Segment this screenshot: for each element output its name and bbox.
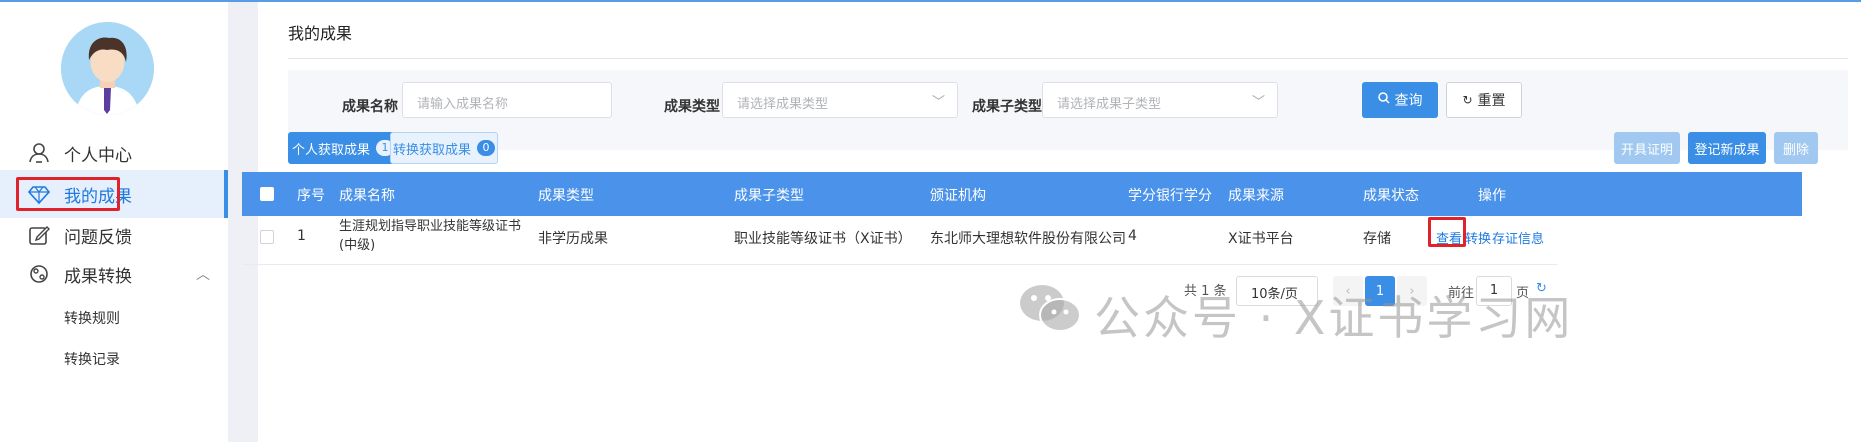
sidebar-item-conversion[interactable]: 成果转换 ︿	[0, 250, 228, 298]
page-title: 我的成果	[288, 24, 353, 43]
cell-org: 东北师大理想软件股份有限公司	[930, 231, 1126, 247]
evidence-info-link[interactable]: 存证信息	[1492, 228, 1544, 247]
delete-button[interactable]: 删除	[1774, 132, 1818, 164]
col-org: 颁证机构	[930, 188, 986, 204]
highlight-box-sidebar	[16, 177, 120, 211]
divider	[288, 58, 1848, 59]
button-label: 删除	[1782, 142, 1809, 158]
edit-icon	[28, 224, 50, 246]
reset-label: 重置	[1477, 93, 1506, 109]
cell-index: 1	[297, 228, 306, 244]
col-source: 成果来源	[1228, 188, 1284, 204]
cell-name: 生涯规划指导职业技能等级证书(中级)	[339, 219, 522, 253]
sidebar-item-label: 成果转换	[64, 266, 132, 287]
count-badge: 0	[477, 140, 495, 156]
col-credits: 学分银行学分	[1128, 188, 1212, 204]
placeholder: 请选择成果类型	[737, 97, 829, 112]
user-icon	[28, 142, 50, 164]
col-type: 成果类型	[538, 188, 594, 204]
tab-converted-achievements[interactable]: 转换获取成果 0	[390, 132, 498, 164]
col-name: 成果名称	[339, 188, 395, 204]
chevron-down-icon: ﹀	[931, 95, 945, 110]
filter-subtype-label: 成果子类型	[972, 99, 1042, 115]
cell-subtype: 职业技能等级证书（X证书）	[734, 231, 912, 247]
reset-button[interactable]: ↻ 重置	[1446, 82, 1522, 118]
sidebar-subitem-records[interactable]: 转换记录	[64, 349, 120, 369]
register-new-button[interactable]: 登记新成果	[1688, 132, 1766, 164]
chevron-up-icon[interactable]: ︿	[196, 264, 210, 284]
convert-link[interactable]: 转换	[1465, 228, 1491, 247]
placeholder: 请选择成果子类型	[1057, 97, 1162, 112]
achievement-name-input[interactable]: 请输入成果名称	[402, 82, 612, 118]
sidebar-item-label: 问题反馈	[64, 227, 132, 248]
query-label: 查询	[1394, 93, 1423, 109]
row-checkbox[interactable]	[260, 230, 274, 244]
tab-personal-achievements[interactable]: 个人获取成果 1	[288, 132, 398, 164]
sidebar-subitem-rules[interactable]: 转换规则	[64, 308, 120, 328]
cell-type: 非学历成果	[538, 231, 608, 247]
wechat-icon	[1018, 281, 1088, 341]
table-row: 1 生涯规划指导职业技能等级证书(中级) 非学历成果 职业技能等级证书（X证书）…	[242, 208, 1557, 265]
sidebar-item-label: 个人中心	[64, 145, 132, 166]
chevron-down-icon: ﹀	[1251, 95, 1265, 110]
filter-type-label: 成果类型	[664, 99, 720, 115]
achievement-subtype-select[interactable]: 请选择成果子类型 ﹀	[1042, 82, 1278, 118]
highlight-box-view	[1428, 217, 1466, 247]
sidebar: 个人中心 我的成果 问题反馈 成果转换 ︿ 转换规则 转换记录	[0, 2, 228, 442]
button-label: 登记新成果	[1694, 142, 1760, 158]
search-icon	[1377, 92, 1390, 108]
achievement-type-select[interactable]: 请选择成果类型 ﹀	[722, 82, 958, 118]
cell-status: 存储	[1363, 231, 1391, 247]
convert-icon	[28, 263, 50, 285]
tab-label: 转换获取成果	[392, 142, 471, 158]
cell-credits: 4	[1128, 228, 1137, 244]
avatar[interactable]	[61, 22, 154, 115]
col-ops: 操作	[1478, 188, 1506, 204]
watermark-text: 公众号 · X证书学习网	[1094, 291, 1574, 345]
refresh-icon: ↻	[1462, 93, 1473, 107]
filter-name-label: 成果名称	[342, 99, 398, 115]
button-label: 开具证明	[1620, 142, 1673, 158]
col-index: 序号	[297, 188, 325, 204]
tab-label: 个人获取成果	[291, 142, 370, 158]
issue-certificate-button[interactable]: 开具证明	[1614, 132, 1680, 164]
placeholder: 请输入成果名称	[417, 97, 509, 112]
col-status: 成果状态	[1363, 188, 1419, 204]
col-subtype: 成果子类型	[734, 188, 804, 204]
select-all-checkbox[interactable]	[260, 187, 274, 201]
query-button[interactable]: 查询	[1362, 82, 1438, 118]
cell-source: X证书平台	[1228, 231, 1294, 247]
